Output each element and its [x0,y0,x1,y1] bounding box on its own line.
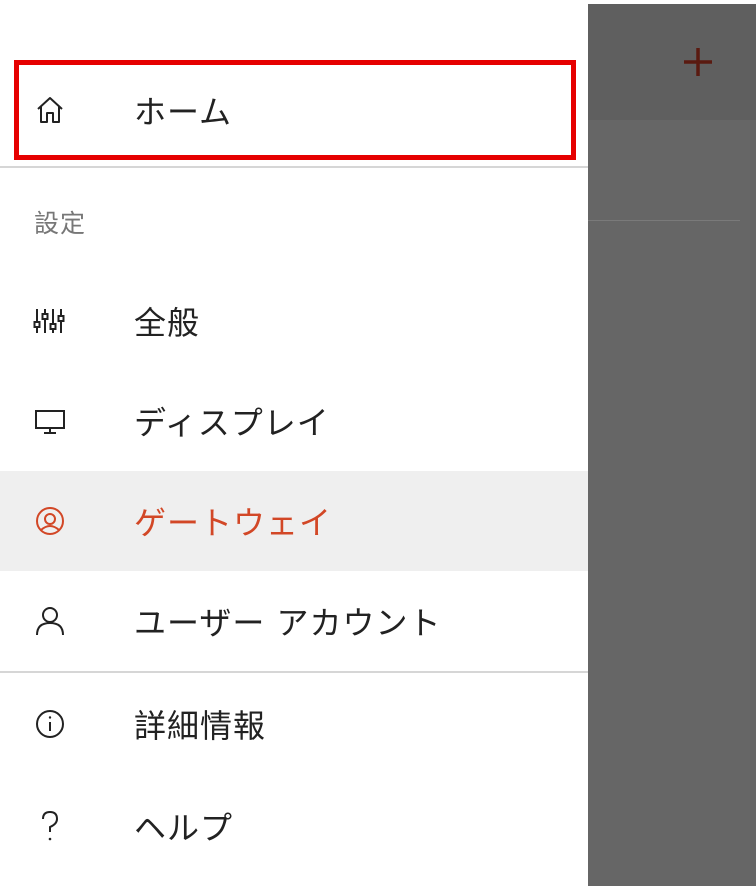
home-icon [32,92,68,128]
navigation-drawer: ホーム 設定 全般 ディスプレイ ゲートウェイ ユーザー アカウント 詳細情報 … [0,4,588,886]
nav-item-home[interactable]: ホーム [0,60,588,160]
nav-item-label: 詳細情報 [134,707,267,745]
help-icon [32,808,68,844]
nav-item-help[interactable]: ヘルプ [0,776,588,876]
divider [0,671,588,673]
nav-item-label: ヘルプ [134,809,234,847]
nav-item-general[interactable]: 全般 [0,271,588,371]
nav-item-label: ゲートウェイ [134,504,333,542]
divider [0,166,588,168]
sliders-icon [32,303,68,339]
nav-item-user-account[interactable]: ユーザー アカウント [0,571,588,671]
plus-icon [684,48,712,76]
nav-item-gateway[interactable]: ゲートウェイ [0,471,588,571]
nav-item-display[interactable]: ディスプレイ [0,371,588,471]
section-heading-settings: 設定 [34,209,87,238]
user-icon [32,603,68,639]
monitor-icon [32,403,68,439]
add-button[interactable] [672,40,724,84]
nav-item-label: ユーザー アカウント [134,604,442,642]
gateway-icon [32,503,68,539]
nav-item-label: 全般 [134,304,201,342]
nav-item-about[interactable]: 詳細情報 [0,674,588,774]
nav-item-label: ディスプレイ [134,404,330,442]
info-icon [32,706,68,742]
background-divider [588,220,740,221]
nav-item-label: ホーム [134,93,233,131]
